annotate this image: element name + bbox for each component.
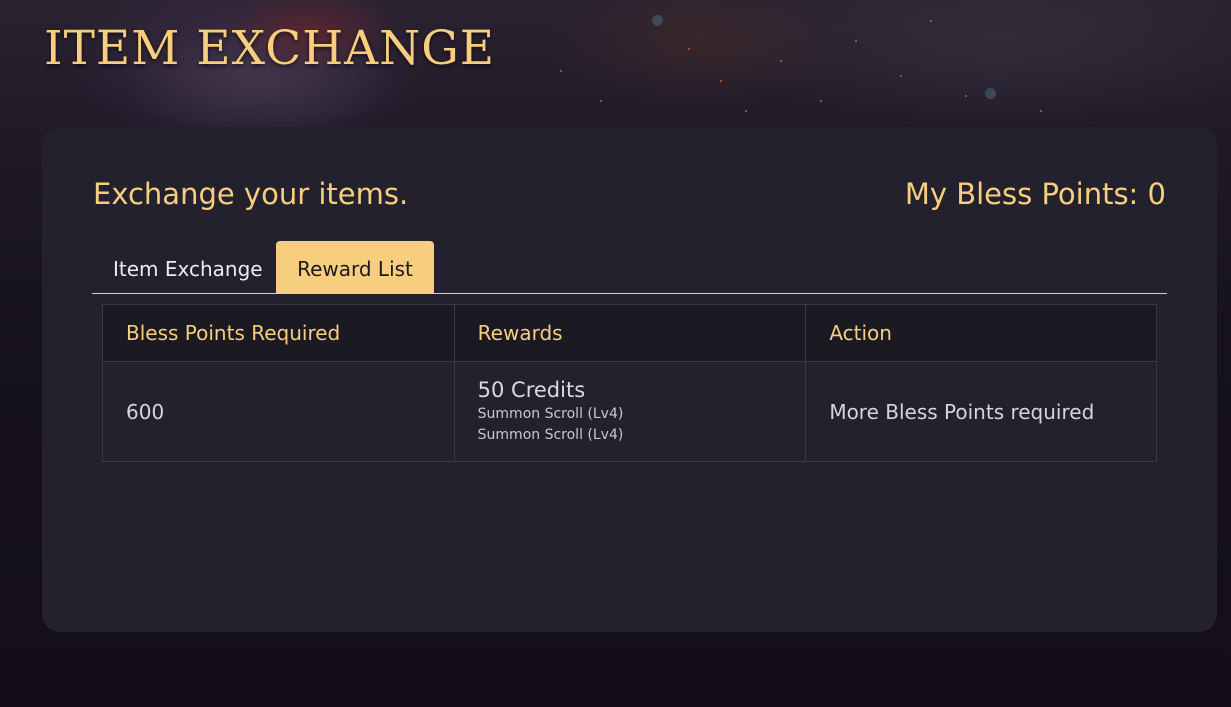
bless-points-display: My Bless Points: 0 bbox=[904, 177, 1166, 211]
rewards-cell: 50 Credits Summon Scroll (Lv4) Summon Sc… bbox=[453, 361, 807, 462]
panel-subtitle: Exchange your items. bbox=[93, 177, 409, 211]
points-required-cell: 600 bbox=[102, 361, 455, 462]
reward-item: Summon Scroll (Lv4) bbox=[477, 427, 624, 444]
decor-spark bbox=[560, 70, 562, 72]
decor-spark bbox=[720, 80, 722, 82]
decor-spark bbox=[745, 110, 747, 112]
reward-item: Summon Scroll (Lv4) bbox=[477, 406, 624, 423]
decor-spark bbox=[855, 40, 857, 42]
page-title: ITEM EXCHANGE bbox=[44, 21, 496, 76]
column-header-rewards: Rewards bbox=[453, 304, 807, 362]
table-header-row: Bless Points Required Rewards Action bbox=[102, 304, 1157, 362]
decor-spark bbox=[1040, 110, 1042, 112]
exchange-panel: Exchange your items. My Bless Points: 0 … bbox=[42, 127, 1217, 632]
tab-reward-list[interactable]: Reward List bbox=[276, 241, 434, 293]
reward-table: Bless Points Required Rewards Action 600… bbox=[102, 304, 1157, 462]
decor-orb bbox=[652, 15, 663, 26]
decor-spark bbox=[780, 60, 782, 62]
action-status: More Bless Points required bbox=[805, 361, 1157, 462]
decor-spark bbox=[688, 48, 690, 50]
decor-orb bbox=[985, 88, 996, 99]
decor-spark bbox=[900, 75, 902, 77]
decor-spark bbox=[600, 100, 602, 102]
decor-spark bbox=[820, 100, 822, 102]
column-header-action: Action bbox=[805, 304, 1157, 362]
table-row: 600 50 Credits Summon Scroll (Lv4) Summo… bbox=[102, 361, 1157, 462]
reward-main: 50 Credits bbox=[477, 377, 586, 402]
decor-spark bbox=[930, 20, 932, 22]
column-header-points: Bless Points Required bbox=[102, 304, 455, 362]
tab-item-exchange[interactable]: Item Exchange bbox=[92, 241, 284, 293]
tab-bar: Item Exchange Reward List bbox=[92, 241, 1167, 294]
decor-spark bbox=[965, 95, 967, 97]
